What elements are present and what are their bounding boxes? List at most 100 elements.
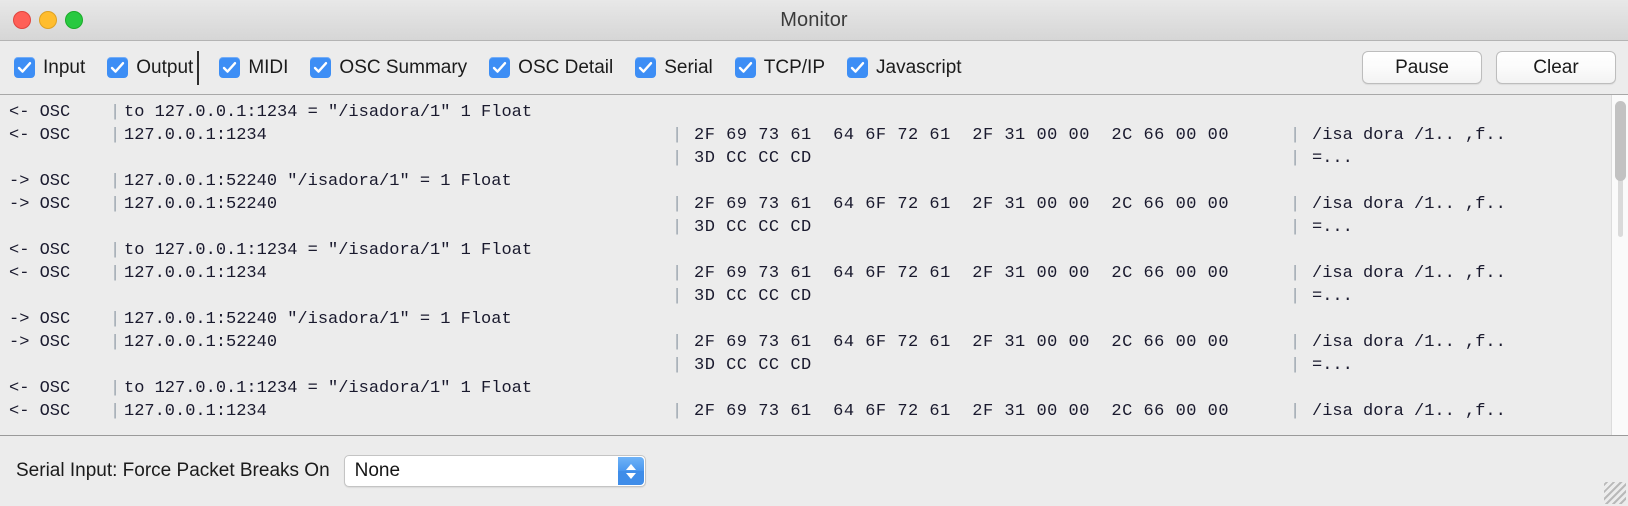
checkbox-javascript[interactable]: Javascript	[847, 57, 962, 79]
log-hex-bytes: 3D CC CC CD	[694, 356, 812, 375]
checkmark-icon	[14, 57, 35, 78]
log-line: <- OSC | 127.0.0.1:1234 | 2F 69 73 61 64 6F …	[0, 124, 1611, 147]
log-message: 127.0.0.1:1234	[124, 264, 267, 283]
log-divider	[672, 101, 694, 124]
log-line: | 3D CC CC CD | =...	[0, 147, 1611, 170]
log-divider: |	[672, 264, 683, 283]
log-message: to 127.0.0.1:1234 = "/isadora/1" 1 Float	[124, 241, 533, 260]
resize-grip[interactable]	[1604, 482, 1626, 504]
checkbox-output[interactable]: Output	[107, 57, 193, 79]
log-divider: |	[672, 126, 683, 145]
log-divider: |	[110, 103, 121, 122]
log-vertical-scrollbar[interactable]	[1611, 95, 1628, 435]
log-divider	[110, 147, 124, 170]
log-message: to 127.0.0.1:1234 = "/isadora/1" 1 Float	[124, 103, 533, 122]
log-hex-bytes: 2F 69 73 61 64 6F 72 61 2F 31 00 00 2C 6…	[694, 126, 1230, 145]
log-divider: |	[1290, 195, 1301, 214]
log-divider: |	[1290, 356, 1301, 375]
monitor-window: Monitor Input Output MIDI OSC Summary OS…	[0, 0, 1628, 506]
log-direction: -> OSC	[9, 310, 71, 329]
log-divider: |	[672, 218, 683, 237]
log-message: to 127.0.0.1:1234 = "/isadora/1" 1 Float	[124, 379, 533, 398]
log-divider: |	[672, 149, 683, 168]
packet-breaks-select[interactable]: None	[343, 455, 646, 487]
log-line: <- OSC | to 127.0.0.1:1234 = "/isadora/1" …	[0, 239, 1611, 262]
window-controls	[13, 0, 83, 40]
log-message: 127.0.0.1:52240	[124, 333, 278, 352]
log-divider: |	[110, 333, 121, 352]
log-ascii: /isa dora /1.. ,f..	[1312, 402, 1506, 421]
clear-button[interactable]: Clear	[1496, 51, 1616, 84]
window-title: Monitor	[780, 8, 848, 31]
log-divider: |	[110, 172, 121, 191]
log-direction: -> OSC	[9, 172, 71, 191]
checkbox-group-io: Input Output	[14, 57, 193, 79]
title-bar: Monitor	[0, 0, 1628, 41]
log-divider: |	[1290, 126, 1301, 145]
log-divider	[1290, 377, 1312, 400]
log-hex-bytes: 3D CC CC CD	[694, 218, 812, 237]
log-direction: <- OSC	[9, 379, 71, 398]
log-hex-bytes	[694, 377, 1290, 400]
checkbox-midi-label: MIDI	[248, 56, 289, 78]
checkbox-tcpip[interactable]: TCP/IP	[734, 56, 826, 79]
serial-input-label: Serial Input: Force Packet Breaks On	[16, 460, 330, 481]
log-divider	[672, 170, 694, 193]
checkbox-osc-detail-label: OSC Detail	[518, 56, 614, 78]
log-ascii	[1312, 377, 1611, 400]
log-divider	[672, 308, 694, 331]
minimize-button-icon[interactable]	[39, 11, 57, 29]
close-button-icon[interactable]	[13, 11, 31, 29]
log-line: | 3D CC CC CD | =...	[0, 285, 1611, 308]
zoom-button-icon[interactable]	[65, 11, 83, 29]
log-ascii	[1312, 308, 1611, 331]
log-hex-bytes: 2F 69 73 61 64 6F 72 61 2F 31 00 00 2C 6…	[694, 195, 1230, 214]
checkbox-osc-summary-label: OSC Summary	[339, 56, 468, 78]
log-divider	[110, 354, 124, 377]
log-hex-bytes: 2F 69 73 61 64 6F 72 61 2F 31 00 00 2C 6…	[694, 402, 1230, 421]
scrollbar-thumb[interactable]	[1615, 101, 1626, 181]
checkbox-serial[interactable]: Serial	[635, 57, 713, 79]
log-direction: <- OSC	[9, 103, 71, 122]
log-divider	[672, 239, 694, 262]
checkbox-tcpip-label: TCP/IP	[763, 56, 826, 78]
log-ascii	[1312, 101, 1611, 124]
log-message	[124, 285, 672, 308]
log-divider: |	[1290, 333, 1301, 352]
checkbox-osc-summary[interactable]: OSC Summary	[310, 57, 467, 79]
chevron-updown-icon[interactable]	[617, 457, 644, 485]
checkmark-icon	[310, 57, 332, 78]
log-hex-bytes	[694, 170, 1290, 193]
log-direction	[0, 216, 110, 239]
log-ascii: =...	[1312, 356, 1353, 375]
log-divider	[1290, 170, 1312, 193]
log-divider: |	[1290, 218, 1301, 237]
log-message: 127.0.0.1:52240 "/isadora/1" = 1 Float	[124, 172, 512, 191]
scrollbar-track-marker	[1618, 175, 1623, 237]
log-hex-bytes	[694, 308, 1290, 331]
log-line: -> OSC | 127.0.0.1:52240 | 2F 69 73 61 64 6F…	[0, 193, 1611, 216]
checkbox-group-protocols: MIDI OSC Summary OSC Detail Serial TCP/I…	[219, 56, 962, 79]
log-direction	[0, 147, 110, 170]
checkbox-osc-detail[interactable]: OSC Detail	[489, 57, 613, 79]
log-line: <- OSC | 127.0.0.1:1234 | 2F 69 73 61 64 6F …	[0, 262, 1611, 285]
log-message: 127.0.0.1:1234	[124, 402, 267, 421]
log-divider: |	[110, 241, 121, 260]
log-lines[interactable]: <- OSC | to 127.0.0.1:1234 = "/isadora/1" …	[0, 95, 1611, 435]
log-divider: |	[110, 126, 121, 145]
log-hex-bytes: 3D CC CC CD	[694, 287, 812, 306]
checkmark-icon	[219, 57, 241, 78]
filter-toolbar: Input Output MIDI OSC Summary OSC Detail…	[0, 41, 1628, 95]
log-line: <- OSC | 127.0.0.1:1234 | 2F 69 73 61 64 6F …	[0, 400, 1611, 423]
checkmark-icon	[635, 57, 657, 78]
log-direction: <- OSC	[9, 126, 71, 145]
log-line: -> OSC | 127.0.0.1:52240 "/isadora/1" = 1 …	[0, 308, 1611, 331]
log-ascii	[1312, 170, 1611, 193]
log-direction: <- OSC	[9, 241, 71, 260]
pause-button[interactable]: Pause	[1362, 51, 1482, 84]
log-divider: |	[672, 333, 683, 352]
log-divider: |	[1290, 287, 1301, 306]
checkbox-input[interactable]: Input	[14, 57, 85, 79]
log-message	[124, 147, 672, 170]
checkbox-midi[interactable]: MIDI	[219, 57, 288, 79]
